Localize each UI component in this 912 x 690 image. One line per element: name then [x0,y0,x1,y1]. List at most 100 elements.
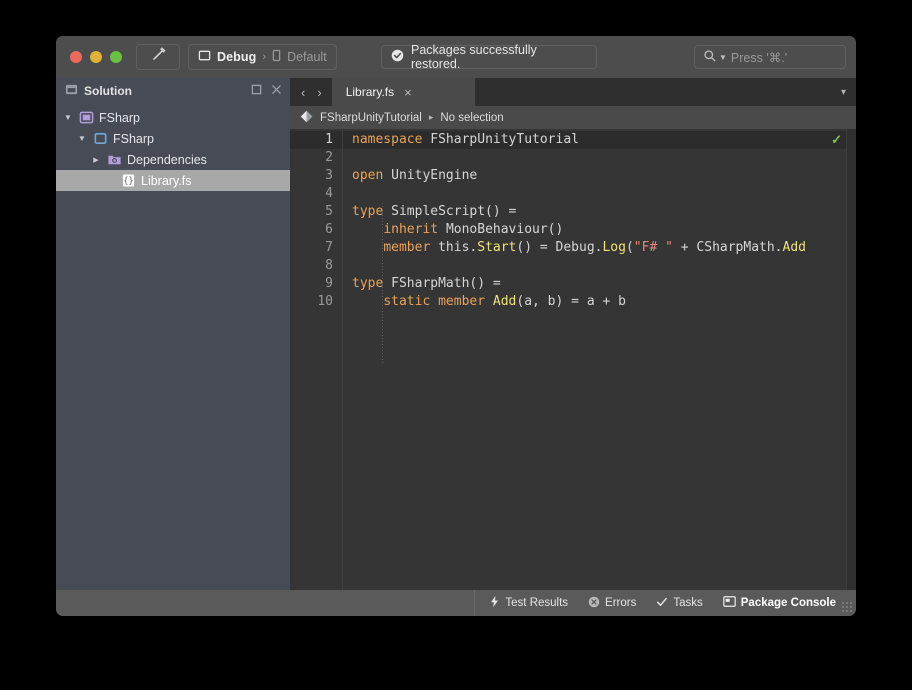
pad-package-console[interactable]: Package Console [722,596,836,610]
code-line[interactable]: type FSharpMath() = [343,275,856,293]
code-token: (a, b) = a + b [516,294,626,309]
editor-area: ‹ › Library.fs × ▾ FSharpUnityTutorial ▸… [290,78,856,590]
code-line[interactable] [343,149,856,167]
code-token: + CSharpMath. [672,240,783,255]
code-line[interactable]: namespace FSharpUnityTutorial [343,131,856,149]
solution-tree: ▼ FSharp ▼ FSharp ▶ Dependencies {} Libr… [56,103,290,191]
pad-test-results[interactable]: Test Results [489,595,568,611]
code-line[interactable]: open UnityEngine [343,167,856,185]
tab-close-icon[interactable]: × [404,85,412,100]
pad-label: Test Results [505,597,569,609]
code-token: inherit [383,222,446,237]
pad-errors[interactable]: Errors [588,596,636,611]
code-line[interactable]: member this.Start() = Debug.Log("F# " + … [343,239,856,257]
solution-pad: Solution ▼ FSharp ▼ FSharp ▶ Dependencie… [56,78,290,590]
tree-item-solution-fsharp[interactable]: ▼ FSharp [56,107,290,128]
solution-icon [79,110,94,125]
solution-pad-header: Solution [56,78,290,103]
close-window-button[interactable] [70,51,82,63]
solution-pad-icon [65,83,78,99]
line-number: 3 [325,168,333,183]
code-content[interactable]: namespace FSharpUnityTutorial open Unity… [342,129,856,590]
line-number: 8 [325,258,333,273]
configuration-label: Debug [217,50,257,64]
pad-label: Package Console [740,597,836,609]
code-token: UnityEngine [391,168,478,183]
code-token: member [383,240,439,255]
build-hammer-icon [151,47,166,67]
code-token: type [352,276,392,291]
code-token: FSharpMath() = [391,276,501,291]
resize-grip[interactable] [841,601,853,613]
close-icon[interactable] [271,84,282,98]
configuration-separator: › [262,51,267,63]
fsharp-logo-icon [300,110,313,126]
code-line[interactable] [343,257,856,275]
status-message-text: Packages successfully restored. [411,43,537,71]
navigate-back-button[interactable]: ‹ [301,85,305,100]
code-token: Add [492,294,517,309]
line-number: 10 [317,294,333,309]
fsharp-file-icon: {} [121,173,136,188]
search-input[interactable]: Press '⌘.' [731,50,787,65]
pad-label: Tasks [673,597,703,609]
tree-item-library-fs[interactable]: {} Library.fs [56,170,290,191]
pad-label: Errors [605,597,637,609]
line-number: 5 [325,204,333,219]
tree-item-label: FSharp [113,131,154,146]
code-token: FSharpUnityTutorial [430,132,579,147]
breadcrumb-scope[interactable]: FSharpUnityTutorial [320,112,422,124]
line-number: 6 [325,222,333,237]
tab-list-menu-icon[interactable]: ▾ [831,78,856,106]
code-line[interactable]: inherit MonoBehaviour() [343,221,856,239]
line-number: 7 [325,240,333,255]
line-number: 9 [325,276,333,291]
pin-icon[interactable] [251,84,262,98]
runtime-icon [272,49,281,65]
code-token: open [352,168,392,183]
zoom-window-button[interactable] [110,51,122,63]
minimize-window-button[interactable] [90,51,102,63]
tree-item-dependencies[interactable]: ▶ Dependencies [56,149,290,170]
code-line[interactable]: type SimpleScript() = [343,203,856,221]
error-circle-icon [588,596,600,611]
breadcrumb-selection[interactable]: No selection [440,112,503,124]
code-editor[interactable]: 1 2 3 4 5 6 7 8 9 10 namespace FSharpUnityTutoria… [290,129,856,590]
code-line[interactable]: static member Add(a, b) = a + b [343,293,856,311]
checkmark-icon [656,596,668,611]
code-token: type [352,204,392,219]
tree-item-project-fsharp[interactable]: ▼ FSharp [56,128,290,149]
search-field[interactable]: ▼ Press '⌘.' [694,45,846,69]
code-line[interactable] [343,185,856,203]
navigate-forward-button[interactable]: › [317,85,321,100]
status-bar: Test Results Errors Tasks Package Consol… [56,590,856,616]
application-window: Debug › Default Packages successfully re… [56,36,856,616]
search-icon [703,49,717,66]
code-token: () = Debug. [516,240,603,255]
code-token: namespace [352,132,431,147]
editor-vertical-scrollbar[interactable] [846,129,856,590]
disclosure-triangle-icon[interactable]: ▼ [76,134,88,143]
lightning-icon [489,595,500,611]
code-token: "F# " [633,240,673,255]
solution-pad-title: Solution [84,83,132,98]
project-icon [93,131,108,146]
pad-tasks[interactable]: Tasks [656,596,703,611]
breadcrumb-arrow-icon: ▸ [428,112,434,122]
tab-library-fs[interactable]: Library.fs × [331,78,475,106]
code-token: SimpleScript() = [391,204,517,219]
code-token: static member [383,294,493,309]
search-dropdown-icon[interactable]: ▼ [719,53,727,62]
status-bar-spacer [56,590,474,616]
check-circle-icon [391,49,404,65]
code-token: ( [625,240,634,255]
run-configuration-selector[interactable]: Debug › Default [188,44,337,70]
tree-item-label: Library.fs [141,173,192,188]
indent-guide [382,203,383,365]
build-button[interactable] [136,44,180,70]
disclosure-triangle-icon[interactable]: ▶ [90,156,102,164]
status-message-pill[interactable]: Packages successfully restored. [381,43,597,71]
disclosure-triangle-icon[interactable]: ▼ [62,113,74,122]
